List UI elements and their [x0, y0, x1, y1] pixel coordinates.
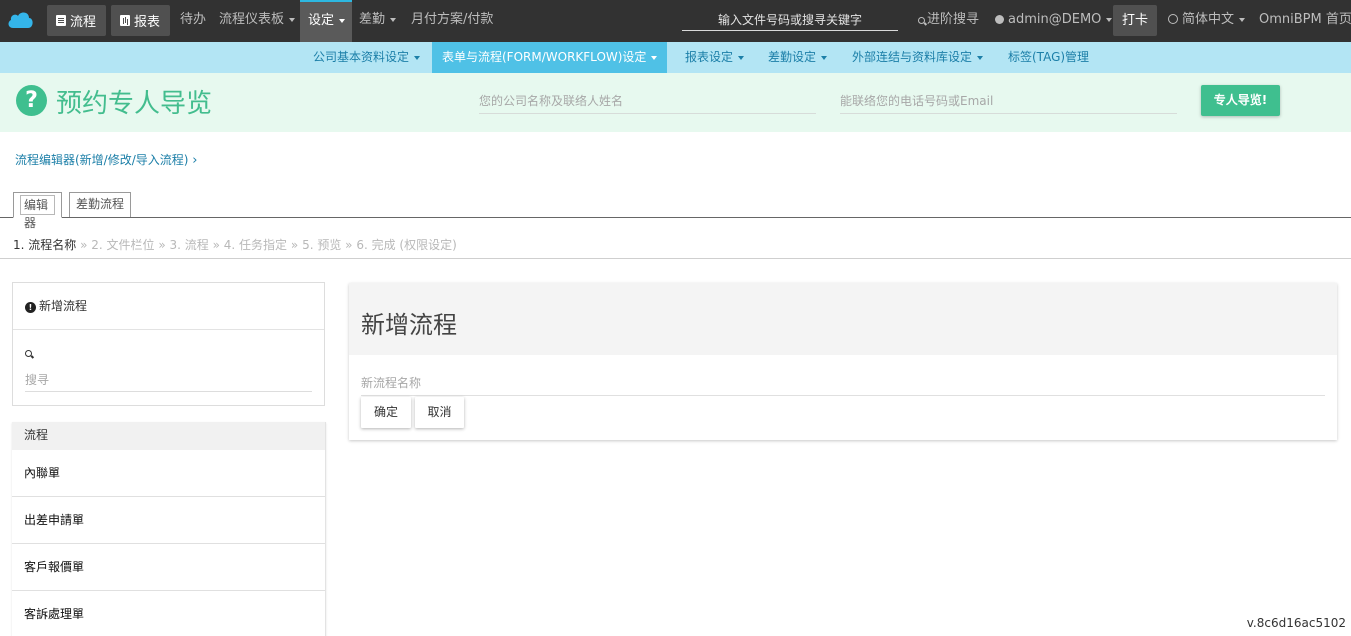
- dashboard-label: 流程仪表板: [219, 12, 285, 27]
- home-link[interactable]: OmniBPM 首页: [1259, 0, 1351, 42]
- step-current: 1. 流程名称: [13, 238, 77, 252]
- subnav-label: 差勤设定: [768, 50, 817, 64]
- new-flow-panel: ! 新增流程: [12, 282, 325, 406]
- tab-attendance-flow[interactable]: 差勤流程: [69, 192, 131, 217]
- top-navbar: 流程 报表 待办 流程仪表板 设定 差勤 月付方案/付款 进阶搜寻 admin@…: [0, 0, 1351, 42]
- flow-list-header: 流程: [12, 422, 325, 450]
- breadcrumb-label: 流程编辑器(新增/修改/导入流程): [15, 153, 189, 167]
- document-icon: [56, 15, 66, 26]
- confirm-button[interactable]: 确定: [361, 397, 411, 428]
- user-icon: [995, 15, 1004, 24]
- subnav-label: 外部连结与资料库设定: [852, 50, 973, 64]
- cancel-button[interactable]: 取消: [415, 397, 464, 428]
- tabs-divider: [0, 217, 1351, 218]
- subnav-label: 报表设定: [685, 50, 734, 64]
- report-button[interactable]: 报表: [111, 5, 170, 36]
- flow-search-area: [13, 330, 324, 392]
- step-separator: »: [290, 238, 299, 252]
- step-separator: »: [158, 238, 166, 252]
- list-item[interactable]: 客戶報價單: [12, 544, 325, 591]
- language-menu[interactable]: 简体中文: [1168, 0, 1246, 42]
- todo-link[interactable]: 待办: [180, 0, 206, 42]
- chevron-right-icon: ›: [192, 153, 198, 168]
- steps-divider: [0, 258, 1351, 259]
- breadcrumb[interactable]: 流程编辑器(新增/修改/导入流程) ›: [15, 151, 197, 168]
- monthly-plan-link[interactable]: 月付方案/付款: [411, 0, 493, 42]
- search-icon: [25, 350, 32, 357]
- chevron-down-icon: [390, 17, 397, 22]
- step-item: 6. 完成 (权限设定): [356, 238, 457, 252]
- user-label: admin@DEMO: [1008, 12, 1102, 27]
- tour-title: 预约专人导览: [56, 89, 213, 119]
- advanced-search-label: 进阶搜寻: [927, 12, 980, 27]
- subnav-tag-management[interactable]: 标签(TAG)管理: [1008, 42, 1089, 73]
- globe-icon: [1168, 14, 1178, 24]
- settings-menu[interactable]: 设定: [300, 0, 352, 42]
- list-item[interactable]: 客訴處理單: [12, 591, 325, 636]
- chevron-down-icon: [289, 17, 296, 22]
- subnav-form-workflow-settings[interactable]: 表单与流程(FORM/WORKFLOW)设定: [432, 42, 668, 73]
- card-title: 新增流程: [349, 283, 1337, 355]
- new-flow-card: 新增流程 确定 取消: [349, 283, 1337, 440]
- tab-label: 编辑器: [20, 195, 55, 230]
- tab-editor[interactable]: 编辑器: [13, 192, 62, 230]
- global-search-input[interactable]: [682, 9, 898, 31]
- chevron-down-icon: [1239, 17, 1246, 22]
- new-flow-link[interactable]: ! 新增流程: [13, 283, 324, 330]
- flow-name-input[interactable]: [361, 371, 1325, 396]
- chevron-down-icon: [651, 55, 658, 60]
- dashboard-menu[interactable]: 流程仪表板: [219, 0, 296, 42]
- subnav-label: 公司基本资料设定: [313, 50, 410, 64]
- settings-subnav: 公司基本资料设定 表单与流程(FORM/WORKFLOW)设定 报表设定 差勤设…: [0, 42, 1351, 73]
- step-item: 5. 预览: [302, 238, 342, 252]
- chevron-down-icon: [339, 18, 346, 23]
- version-label: v.8c6d16ac5102: [1246, 616, 1346, 630]
- subnav-external-links[interactable]: 外部连结与资料库设定: [852, 42, 984, 73]
- subnav-company-settings[interactable]: 公司基本资料设定: [313, 42, 421, 73]
- report-button-label: 报表: [134, 15, 161, 30]
- book-tour-button[interactable]: 专人导览!: [1201, 85, 1280, 116]
- flow-button-label: 流程: [70, 15, 97, 30]
- report-icon: [120, 15, 130, 26]
- cloud-icon[interactable]: [7, 10, 34, 30]
- chevron-down-icon: [414, 55, 421, 60]
- subnav-report-settings[interactable]: 报表设定: [685, 42, 745, 73]
- step-separator: »: [80, 238, 88, 252]
- subnav-attendance-settings[interactable]: 差勤设定: [768, 42, 828, 73]
- step-separator: »: [345, 238, 353, 252]
- question-icon: ?: [16, 85, 47, 116]
- step-separator: »: [212, 238, 220, 252]
- language-label: 简体中文: [1182, 12, 1235, 27]
- attendance-label: 差勤: [359, 12, 386, 27]
- list-item[interactable]: 出差申請單: [12, 497, 325, 544]
- flow-button[interactable]: 流程: [47, 5, 106, 36]
- chevron-down-icon: [738, 55, 745, 60]
- tab-label: 差勤流程: [76, 197, 125, 211]
- settings-label: 设定: [308, 13, 335, 28]
- chevron-down-icon: [977, 55, 984, 60]
- chevron-down-icon: [821, 55, 828, 60]
- flow-list: 流程 內聯單 出差申請單 客戶報價單 客訴處理單: [12, 422, 326, 636]
- company-name-input[interactable]: [479, 88, 816, 114]
- punch-button[interactable]: 打卡: [1113, 5, 1157, 36]
- contact-input[interactable]: [840, 88, 1177, 114]
- advanced-search-link[interactable]: 进阶搜寻: [918, 0, 979, 42]
- attendance-menu[interactable]: 差勤: [359, 0, 397, 42]
- subnav-label: 表单与流程(FORM/WORKFLOW)设定: [442, 50, 647, 64]
- exclamation-icon: !: [25, 302, 36, 313]
- chevron-down-icon: [1106, 17, 1113, 22]
- user-menu[interactable]: admin@DEMO: [995, 0, 1113, 42]
- tour-banner: ? 预约专人导览 专人导览!: [0, 73, 1351, 132]
- step-item: 2. 文件栏位: [91, 238, 155, 252]
- step-item: 3. 流程: [169, 238, 209, 252]
- flow-search-input[interactable]: [25, 368, 312, 392]
- new-flow-label: 新增流程: [39, 299, 88, 313]
- search-icon: [918, 17, 925, 24]
- list-item[interactable]: 內聯單: [12, 450, 325, 497]
- wizard-steps: 1. 流程名称 » 2. 文件栏位 » 3. 流程 » 4. 任务指定 » 5.…: [13, 236, 457, 253]
- step-item: 4. 任务指定: [223, 238, 288, 252]
